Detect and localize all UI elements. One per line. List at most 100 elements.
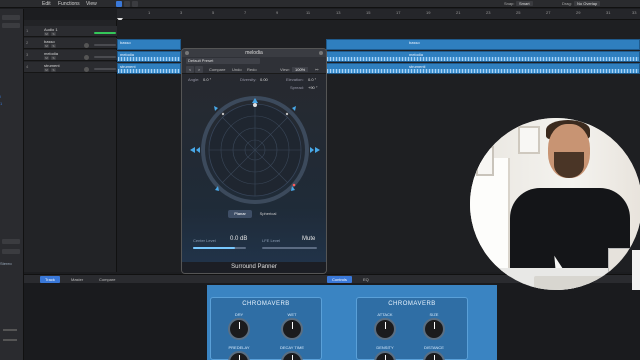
volume-slider[interactable] bbox=[94, 56, 116, 58]
angle-label: Angle: bbox=[188, 77, 200, 82]
inspector-slot[interactable] bbox=[2, 249, 20, 254]
knob-label: PREDELAY bbox=[228, 345, 250, 350]
audio-region[interactable]: basso bbox=[117, 39, 181, 50]
next-preset-button[interactable]: > bbox=[195, 66, 203, 73]
view-zoom-select[interactable]: 100% bbox=[292, 67, 309, 72]
snap-select[interactable]: Smart bbox=[516, 1, 533, 6]
chromaverb-panel: CHROMAVERB DRY WET PREDELAY DECAY TIME bbox=[210, 297, 322, 360]
ruler-tick: 13 bbox=[336, 10, 341, 15]
preset-select[interactable]: Default Preset bbox=[186, 58, 260, 64]
surround-field[interactable] bbox=[182, 94, 327, 206]
tab-eq[interactable]: EQ bbox=[358, 276, 374, 283]
wet-knob[interactable] bbox=[281, 318, 303, 340]
predelay-knob[interactable] bbox=[228, 351, 250, 360]
lfe-level-label: LFE Level bbox=[262, 238, 281, 243]
size-knob[interactable] bbox=[423, 318, 445, 340]
menu-functions[interactable]: Functions bbox=[58, 1, 80, 7]
solo-button[interactable]: S bbox=[51, 68, 56, 72]
ruler-tick: 3 bbox=[180, 10, 183, 15]
pan-knob[interactable] bbox=[84, 55, 89, 60]
ruler-tick: 31 bbox=[606, 10, 611, 15]
tab-controls[interactable]: Controls bbox=[327, 276, 352, 283]
attack-knob[interactable] bbox=[374, 318, 396, 340]
ruler-tick: 19 bbox=[426, 10, 431, 15]
webcam-overlay bbox=[470, 118, 640, 290]
surround-panner-window[interactable]: melodia Default Preset < > Compare Undo … bbox=[181, 48, 327, 274]
panner-title: melodia bbox=[245, 50, 263, 56]
spherical-mode-button[interactable]: Spherical bbox=[254, 210, 282, 218]
ruler-tick: 21 bbox=[456, 10, 461, 15]
audio-region[interactable]: melodia bbox=[326, 51, 640, 62]
preset-bar: Default Preset bbox=[182, 57, 326, 65]
solo-button[interactable]: S bbox=[51, 32, 56, 36]
ruler-tick: 5 bbox=[212, 10, 215, 15]
ruler-tick: 27 bbox=[546, 10, 551, 15]
distance-knob[interactable] bbox=[423, 351, 445, 360]
center-level-value[interactable]: 0.0 dB bbox=[230, 236, 247, 242]
link-icon[interactable]: ⚯ bbox=[315, 67, 318, 72]
mute-button[interactable]: M bbox=[44, 44, 49, 48]
track-header[interactable]: 4 strument M S bbox=[24, 62, 117, 73]
compare-button[interactable]: Compare bbox=[209, 67, 225, 72]
knob-label: WET bbox=[287, 312, 297, 317]
knob-label: DRY bbox=[234, 312, 244, 317]
tab-compare[interactable]: Compare bbox=[94, 276, 120, 283]
lfe-level-slider[interactable] bbox=[262, 247, 317, 249]
tool-pencil-icon[interactable] bbox=[124, 1, 130, 7]
track-header[interactable]: 3 melodia M S bbox=[24, 50, 117, 61]
angle-value[interactable]: 0.0 ° bbox=[203, 77, 211, 82]
elevation-label: Elevation: bbox=[286, 77, 304, 82]
mute-button[interactable]: M bbox=[44, 68, 49, 72]
close-window-icon[interactable] bbox=[185, 51, 189, 55]
spread-value[interactable]: +90 ° bbox=[308, 85, 318, 90]
planar-mode-button[interactable]: Planar bbox=[228, 210, 252, 218]
tab-track[interactable]: Track bbox=[40, 276, 60, 283]
solo-button[interactable]: S bbox=[51, 56, 56, 60]
ruler-tick: 1 bbox=[148, 10, 151, 15]
diversity-value[interactable]: 0.00 bbox=[260, 77, 268, 82]
audio-region[interactable]: basso bbox=[326, 39, 640, 50]
audio-region[interactable]: strument bbox=[117, 63, 181, 74]
dry-knob[interactable] bbox=[228, 318, 250, 340]
pan-knob[interactable] bbox=[84, 67, 89, 72]
tab-master[interactable]: Master bbox=[66, 276, 88, 283]
volume-slider[interactable] bbox=[94, 68, 116, 70]
undo-button[interactable]: Undo bbox=[232, 67, 242, 72]
volume-slider[interactable] bbox=[94, 32, 116, 34]
webcam-picture-frame bbox=[476, 146, 494, 176]
inspector-stereo-label: Stereo bbox=[0, 261, 12, 266]
decay-time-knob[interactable] bbox=[281, 351, 303, 360]
track-header[interactable]: 2 basso M S bbox=[24, 38, 117, 49]
control-bar: Edit Functions View Snap: Smart Drag: No… bbox=[0, 0, 640, 8]
mute-button[interactable]: M bbox=[44, 56, 49, 60]
inspector-slot[interactable] bbox=[2, 239, 20, 244]
inspector-fader[interactable] bbox=[3, 339, 17, 341]
elevation-value[interactable]: 0.0 ° bbox=[308, 77, 316, 82]
inspector-fader[interactable] bbox=[3, 329, 17, 331]
expand-window-icon[interactable] bbox=[319, 51, 323, 55]
audio-region[interactable]: strumenti bbox=[326, 63, 640, 74]
track-header[interactable]: 1 Audio 1 M S bbox=[24, 26, 117, 37]
inspector-region-header[interactable] bbox=[2, 15, 20, 20]
solo-button[interactable]: S bbox=[51, 44, 56, 48]
redo-button[interactable]: Redo bbox=[247, 67, 257, 72]
inspector-track-header[interactable] bbox=[2, 23, 20, 28]
panner-titlebar[interactable]: melodia bbox=[182, 49, 326, 57]
volume-slider[interactable] bbox=[94, 44, 116, 46]
pan-knob[interactable] bbox=[84, 43, 89, 48]
menu-edit[interactable]: Edit bbox=[42, 1, 51, 7]
tool-catch-icon[interactable] bbox=[132, 1, 138, 7]
mute-button[interactable]: M bbox=[44, 32, 49, 36]
prev-preset-button[interactable]: < bbox=[186, 66, 194, 73]
tool-pointer-icon[interactable] bbox=[116, 1, 122, 7]
drag-select[interactable]: No Overlap bbox=[574, 1, 601, 6]
inspector-tag: 1 bbox=[0, 101, 3, 106]
track-number: 2 bbox=[26, 40, 29, 45]
chromaverb-title: CHROMAVERB bbox=[242, 301, 290, 307]
audio-region[interactable]: melodia bbox=[117, 51, 181, 62]
timeline-ruler[interactable]: 1 3 5 7 9 11 13 15 17 19 21 23 25 27 29 … bbox=[117, 9, 640, 20]
density-knob[interactable] bbox=[374, 351, 396, 360]
lfe-level-value[interactable]: Mute bbox=[302, 236, 315, 242]
waveform bbox=[327, 69, 639, 73]
menu-view[interactable]: View bbox=[86, 1, 97, 7]
